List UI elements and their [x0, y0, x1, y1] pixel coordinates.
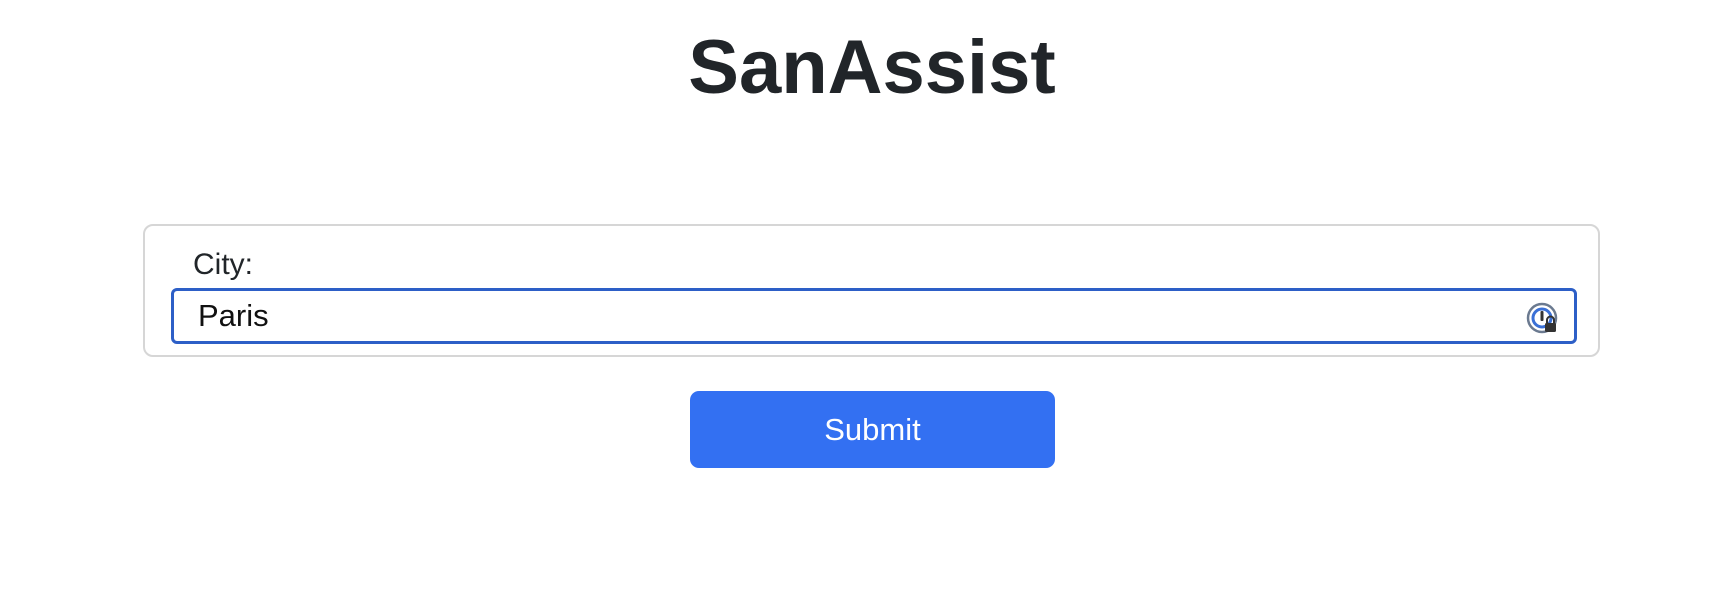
- city-form-card: City:: [143, 224, 1600, 357]
- page: SanAssist City: Submit: [0, 0, 1714, 606]
- password-manager-icon[interactable]: [1526, 302, 1560, 336]
- city-input[interactable]: [174, 291, 1574, 341]
- city-label: City:: [193, 248, 253, 281]
- submit-button[interactable]: Submit: [690, 391, 1055, 468]
- app-title: SanAssist: [688, 25, 1056, 110]
- city-input-container: [171, 288, 1577, 344]
